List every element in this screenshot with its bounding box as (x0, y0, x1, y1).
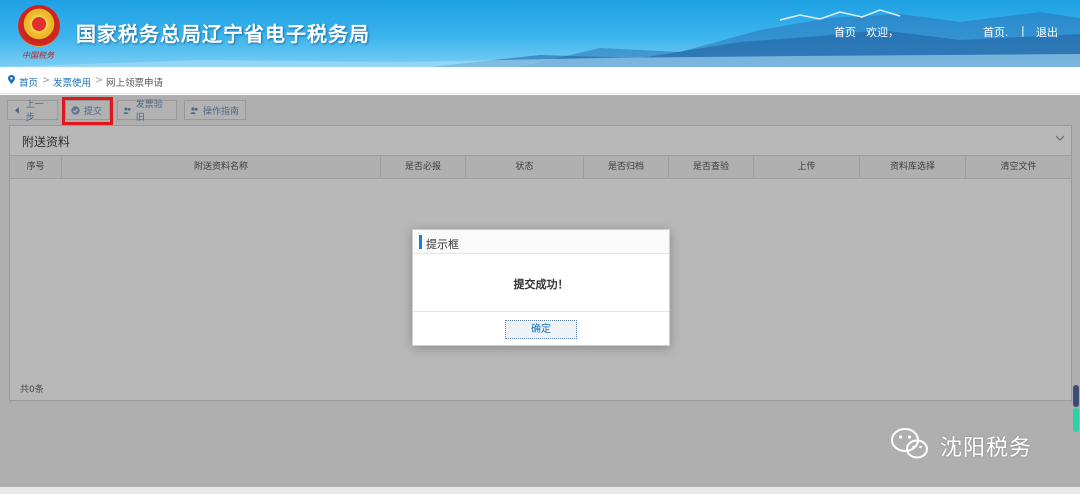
location-pin-icon (8, 75, 15, 84)
tax-emblem-logo (18, 5, 60, 47)
breadcrumb: 首页 > 发票使用 > 网上领票申请 (0, 67, 1080, 94)
dialog-title-accent (419, 235, 422, 249)
bottom-strip (0, 487, 1080, 494)
emblem-caption: 中国税务 (22, 51, 54, 60)
header-welcome-text: 欢迎， (866, 26, 899, 39)
dialog-title: 提示框 (426, 238, 459, 251)
site-header: 中国税务 国家税务总局辽宁省电子税务局 首页 欢迎， 首页. | 退出 (0, 0, 1080, 67)
watermark-text: 沈阳税务 (940, 436, 1033, 461)
breadcrumb-separator: > (42, 75, 50, 86)
vertical-scrollbar-accent (1073, 408, 1079, 432)
dialog-header: 提示框 (413, 230, 669, 254)
dialog-footer: 确定 (413, 311, 669, 345)
breadcrumb-separator: > (95, 75, 103, 86)
logout-link[interactable]: 退出 (1036, 24, 1058, 40)
header-separator: | (1021, 24, 1025, 37)
header-home-link-right[interactable]: 首页. (983, 24, 1009, 40)
vertical-scrollbar-thumb[interactable] (1073, 385, 1079, 407)
alert-dialog: 提示框 提交成功！ 确定 (412, 229, 670, 346)
site-title: 国家税务总局辽宁省电子税务局 (76, 22, 370, 46)
wechat-icon (891, 428, 928, 459)
submit-highlight-box (62, 97, 113, 125)
breadcrumb-current: 网上领票申请 (106, 78, 164, 89)
breadcrumb-home[interactable]: 首页 (19, 75, 38, 89)
confirm-button[interactable]: 确定 (505, 320, 577, 339)
header-home-link[interactable]: 首页 (834, 24, 856, 40)
breadcrumb-invoice-use[interactable]: 发票使用 (53, 75, 91, 89)
dialog-message: 提交成功！ (513, 278, 569, 291)
